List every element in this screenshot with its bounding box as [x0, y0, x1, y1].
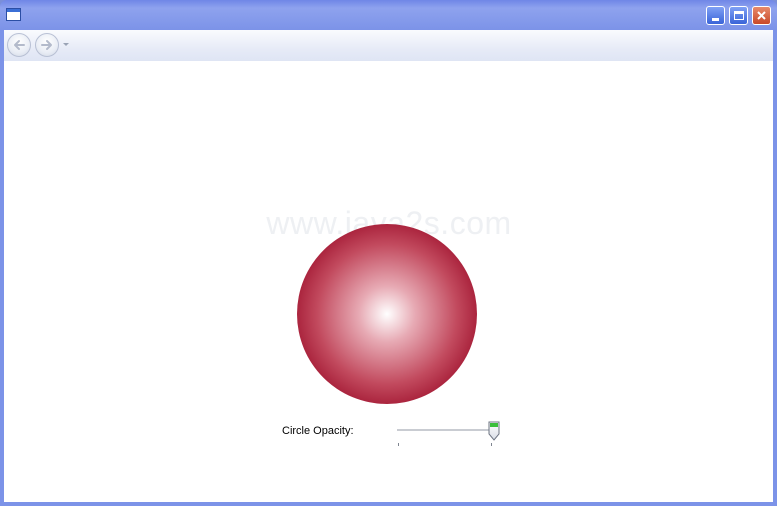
title-bar[interactable]	[0, 0, 777, 30]
back-button[interactable]	[7, 33, 31, 57]
forward-button[interactable]	[35, 33, 59, 57]
close-icon	[757, 11, 766, 20]
slider-track[interactable]	[397, 429, 493, 432]
chevron-down-icon[interactable]	[63, 43, 69, 46]
circle-opacity-slider[interactable]	[397, 420, 501, 446]
circle-opacity-label: Circle Opacity:	[282, 425, 354, 437]
window-icon[interactable]	[6, 8, 21, 21]
client-area: www.java2s.com Circle Opacity:	[4, 30, 773, 502]
maximize-button[interactable]	[729, 6, 748, 25]
gradient-circle	[297, 224, 477, 404]
forward-arrow-icon	[41, 40, 52, 50]
minimize-button[interactable]	[706, 6, 725, 25]
slider-tick-min	[398, 443, 399, 446]
back-arrow-icon	[14, 40, 25, 50]
navigation-bar	[4, 30, 773, 61]
slider-thumb[interactable]	[488, 421, 500, 441]
close-button[interactable]	[752, 6, 771, 25]
application-window: www.java2s.com Circle Opacity:	[0, 0, 777, 506]
slider-tick-max	[491, 443, 492, 446]
